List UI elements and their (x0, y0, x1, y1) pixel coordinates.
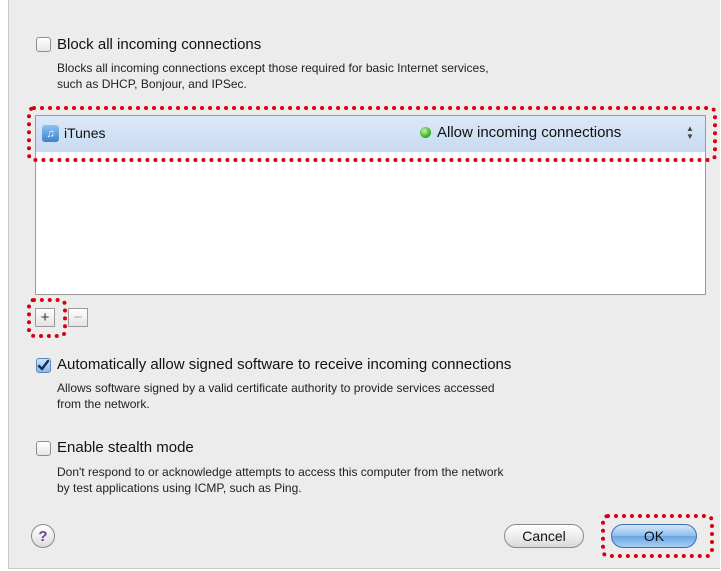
stealth-mode-label: Enable stealth mode (57, 439, 194, 456)
block-all-checkbox[interactable] (36, 37, 51, 52)
block-all-description-line2: such as DHCP, Bonjour, and IPSec. (57, 77, 247, 91)
stealth-mode-description: Don't respond to or acknowledge attempts… (57, 464, 504, 496)
checkmark-icon (37, 359, 50, 371)
stealth-description-line1: Don't respond to or acknowledge attempts… (57, 465, 504, 479)
auto-allow-description-line2: from the network. (57, 397, 150, 411)
highlight-app-row (27, 106, 717, 162)
remove-app-button[interactable]: − (68, 308, 88, 327)
auto-allow-signed-description: Allows software signed by a valid certif… (57, 380, 495, 412)
auto-allow-signed-label: Automatically allow signed software to r… (57, 356, 512, 373)
highlight-ok-button (601, 514, 714, 558)
auto-allow-signed-checkbox[interactable] (36, 358, 51, 373)
stealth-description-line2: by test applications using ICMP, such as… (57, 481, 302, 495)
cancel-button[interactable]: Cancel (504, 524, 584, 548)
stealth-mode-checkbox[interactable] (36, 441, 51, 456)
help-button[interactable]: ? (31, 524, 55, 548)
block-all-label: Block all incoming connections (57, 36, 262, 53)
highlight-add-button (27, 298, 67, 338)
auto-allow-description-line1: Allows software signed by a valid certif… (57, 381, 495, 395)
block-all-description-line1: Blocks all incoming connections except t… (57, 61, 489, 75)
block-all-description: Blocks all incoming connections except t… (57, 60, 489, 92)
